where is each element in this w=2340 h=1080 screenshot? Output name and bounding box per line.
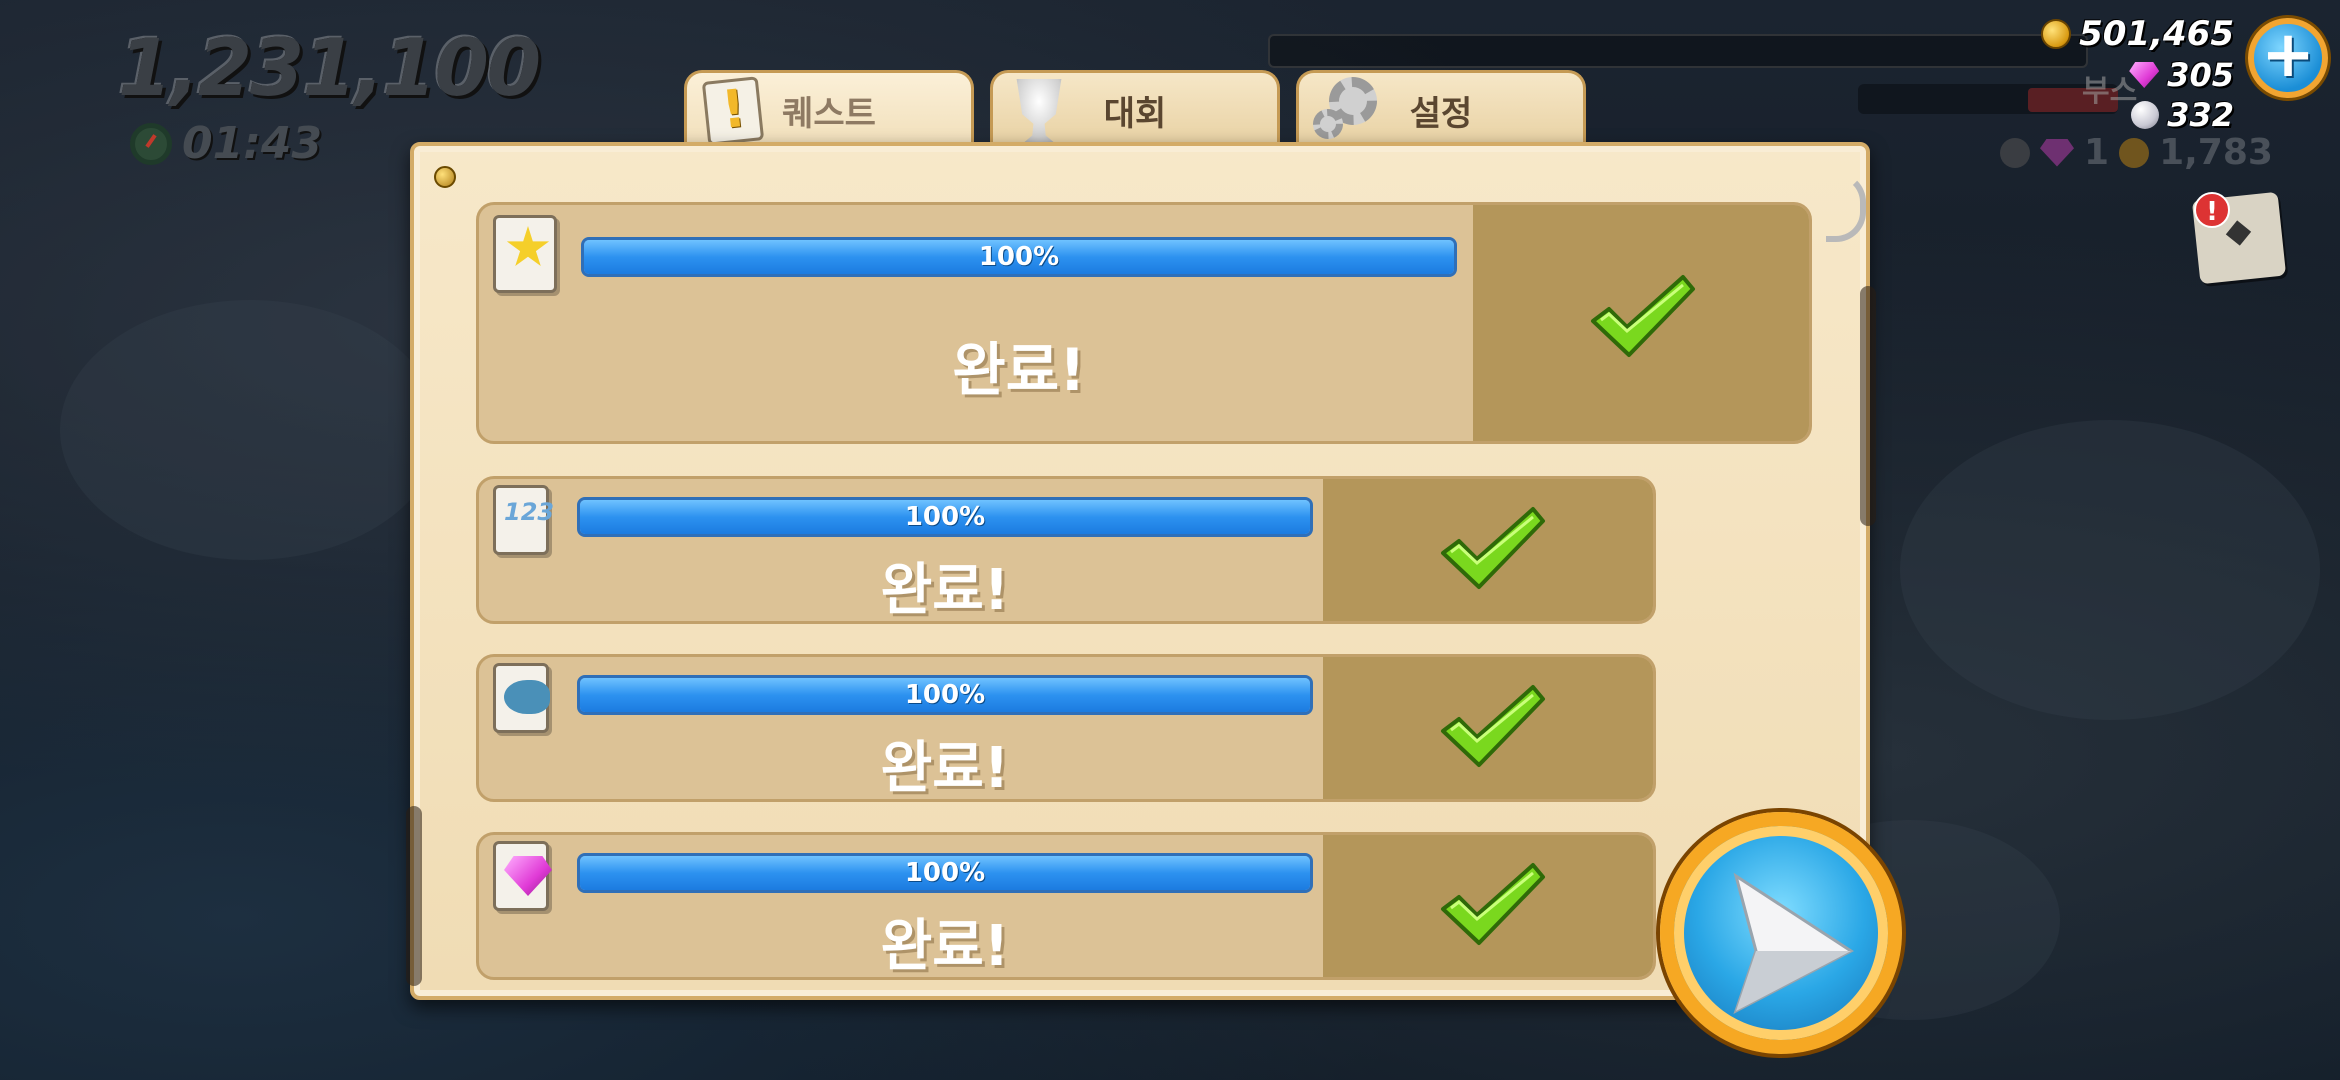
gem-icon (2129, 62, 2160, 88)
quest-status: 완료! (952, 336, 1086, 404)
progress-label: 100% (904, 680, 986, 710)
background-rock (60, 300, 440, 560)
coin-value: 501,465 (2079, 14, 2234, 54)
pearl-icon (2131, 101, 2160, 129)
quest-row: 100% 완료! (476, 654, 1656, 802)
quest-panel: 100% 완료! 123 100% 완료! 100% 완료! 100% 완료! (406, 142, 1876, 1000)
coin-icon (2041, 19, 2072, 49)
play-arrow-icon (1733, 872, 1854, 1015)
shark-quest-icon (493, 663, 550, 733)
quest-scroll-icon (701, 76, 765, 146)
stopwatch-icon (130, 122, 172, 165)
pearl-icon (2000, 137, 2030, 168)
star-quest-icon (493, 215, 557, 293)
alert-badge: ! (2194, 192, 2230, 228)
gems-icon (504, 856, 552, 896)
star-icon (506, 226, 550, 267)
gear-icon (1313, 109, 1343, 139)
coin-icon (2119, 137, 2150, 168)
pearl-counter: 332 (2131, 96, 2234, 134)
tab-label: 대회 (1103, 94, 1167, 134)
tab-quest[interactable]: 퀘스트 (684, 70, 974, 148)
quest-status: 완료! (880, 736, 1010, 801)
pickup-coin-count: 1,783 (2159, 132, 2273, 173)
timer: 01:43 (130, 118, 322, 169)
checkmark-icon (1437, 859, 1547, 949)
progress-label: 100% (978, 242, 1060, 272)
burnt-edge (1860, 286, 1876, 526)
checkmark-icon (1587, 271, 1697, 361)
hunger-bar (1268, 34, 2088, 68)
gems-quest-icon (493, 841, 552, 911)
pearl-value: 332 (2167, 96, 2234, 134)
checkmark-icon (1437, 681, 1547, 771)
background-rock (1900, 420, 2320, 720)
quest-progress-bar: 100% (577, 853, 1313, 893)
pin-icon (434, 166, 456, 188)
quest-progress-bar: 100% (577, 497, 1313, 537)
progress-label: 100% (904, 858, 986, 888)
quest-row: 100% 완료! (476, 832, 1656, 980)
tab-label: 퀘스트 (782, 94, 876, 134)
quest-row: 100% 완료! (476, 202, 1812, 444)
trophy-icon (1016, 79, 1062, 143)
score-counter: 1,231,100 (118, 24, 541, 114)
gem-icon (2040, 138, 2074, 167)
plus-icon: + (2261, 18, 2315, 92)
quest-status: 완료! (880, 914, 1010, 979)
tab-settings[interactable]: 설정 (1296, 70, 1586, 148)
numbers-quest-icon: 123 (493, 485, 554, 555)
gem-counter: 305 (2129, 56, 2234, 94)
continue-button[interactable] (1660, 812, 1902, 1054)
burnt-edge (406, 806, 422, 986)
pickup-gem-count: 1 (2084, 132, 2110, 173)
numbers-icon: 123 (504, 498, 555, 526)
quest-status: 완료! (880, 558, 1010, 623)
timer-value: 01:43 (182, 118, 323, 169)
shark-icon (504, 680, 550, 714)
gem-value: 305 (2167, 56, 2234, 94)
quest-progress-bar: 100% (577, 675, 1313, 715)
quest-row: 123 100% 완료! (476, 476, 1656, 624)
tab-tournament[interactable]: 대회 (990, 70, 1280, 148)
progress-label: 100% (904, 502, 986, 532)
add-currency-button[interactable]: + (2248, 18, 2328, 98)
tab-label: 설정 (1409, 94, 1473, 134)
coin-counter: 501,465 (2041, 14, 2234, 54)
checkmark-icon (1437, 503, 1547, 593)
fish-hook-icon (1826, 172, 1866, 242)
quest-progress-bar: 100% (581, 237, 1457, 277)
pickup-summary: 1 1,783 (2000, 132, 2273, 173)
